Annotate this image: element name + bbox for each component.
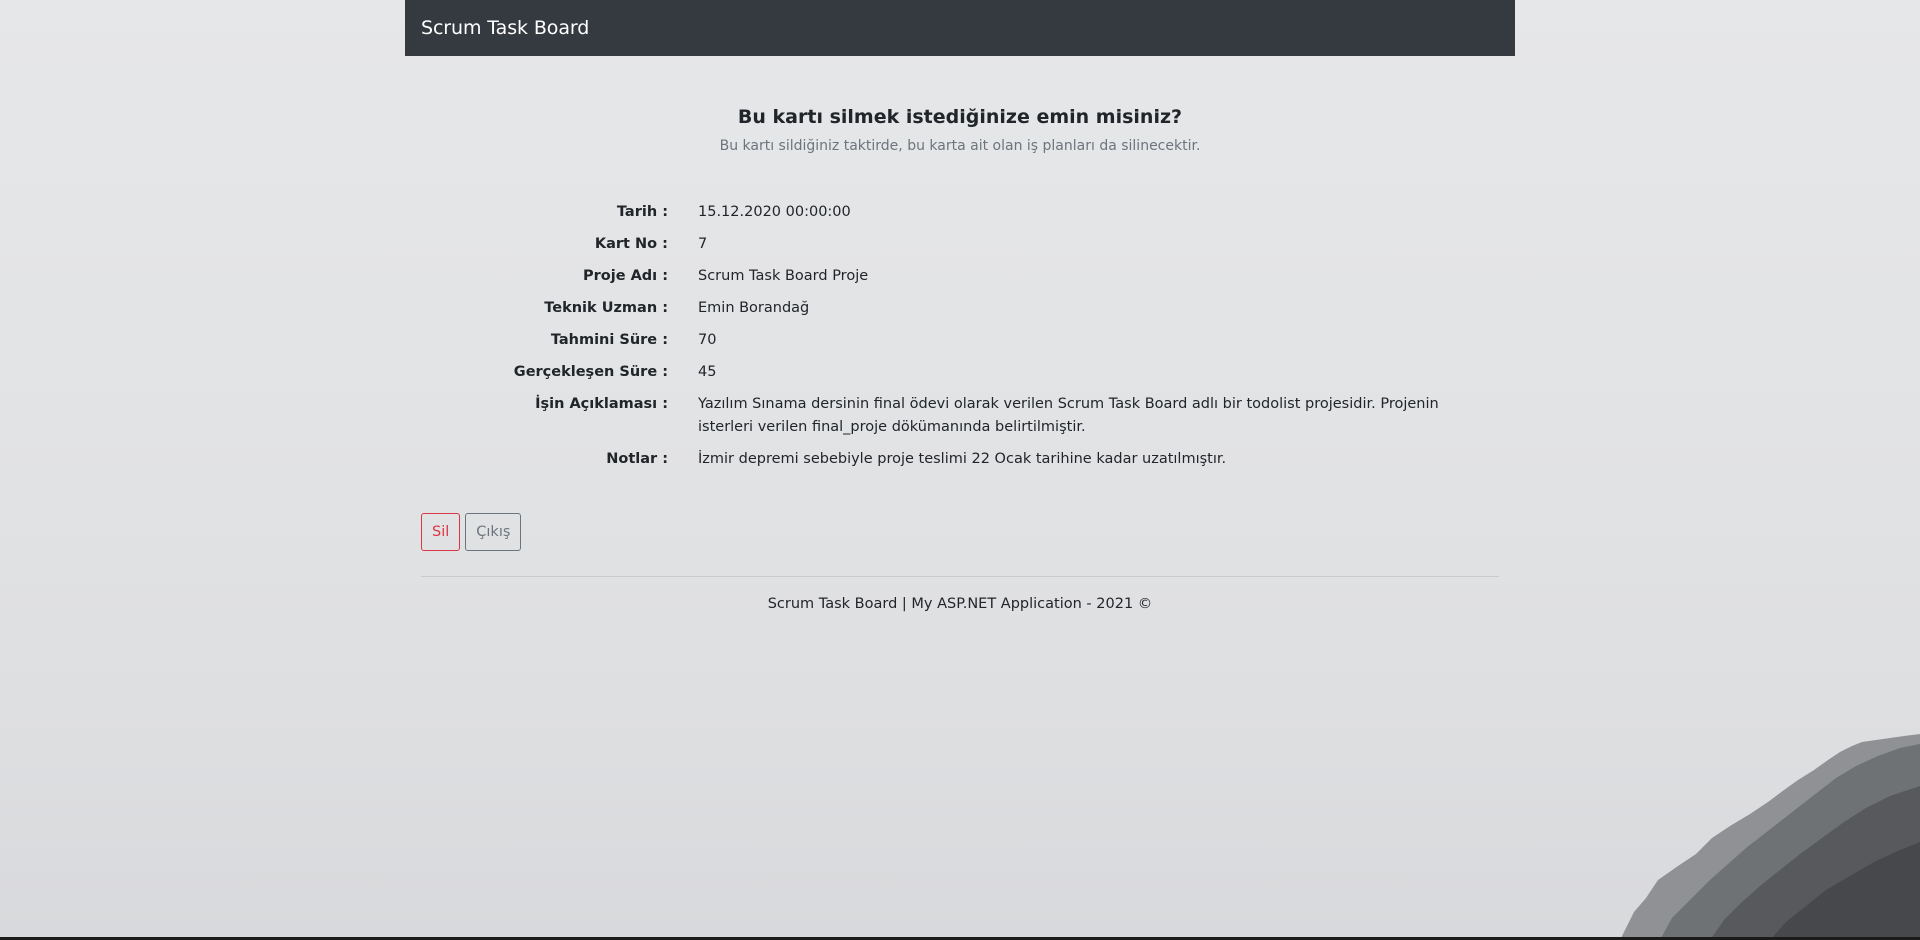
detail-label: İşin Açıklaması : <box>535 396 668 412</box>
detail-label: Tarih : <box>616 204 668 220</box>
detail-value: Yazılım Sınama dersinin final ödevi olar… <box>698 396 1439 435</box>
footer-divider <box>421 576 1499 577</box>
detail-label: Proje Adı : <box>582 268 668 284</box>
detail-row-date: Tarih : 15.12.2020 00:00:00 <box>421 201 1499 224</box>
confirm-subtitle: Bu kartı sildiğiniz taktirde, bu karta a… <box>719 138 1201 154</box>
detail-value: 45 <box>698 364 717 380</box>
background-cliff-image <box>1620 734 1920 940</box>
confirm-title: Bu kartı silmek istediğinize emin misini… <box>737 106 1183 128</box>
detail-row-description: İşin Açıklaması : Yazılım Sınama dersini… <box>421 393 1499 439</box>
main-content: Bu kartı silmek istediğinize emin misini… <box>405 106 1515 612</box>
detail-label: Gerçekleşen Süre : <box>513 364 668 380</box>
page-container: Scrum Task Board Bu kartı silmek istediğ… <box>405 0 1515 612</box>
detail-label: Teknik Uzman : <box>544 300 668 316</box>
top-navbar: Scrum Task Board <box>405 0 1515 56</box>
detail-value: Scrum Task Board Proje <box>698 268 869 284</box>
detail-row-card-no: Kart No : 7 <box>421 233 1499 256</box>
detail-value: 7 <box>698 236 708 252</box>
detail-row-estimated-time: Tahmini Süre : 70 <box>421 329 1499 352</box>
detail-row-actual-time: Gerçekleşen Süre : 45 <box>421 361 1499 384</box>
detail-row-project-name: Proje Adı : Scrum Task Board Proje <box>421 265 1499 288</box>
detail-label: Tahmini Süre : <box>550 332 668 348</box>
detail-row-notes: Notlar : İzmir depremi sebebiyle proje t… <box>421 448 1499 471</box>
detail-value: Emin Borandağ <box>698 300 810 316</box>
detail-label: Notlar : <box>606 451 668 467</box>
form-actions: Sil Çıkış <box>421 513 1499 551</box>
card-details-list: Tarih : 15.12.2020 00:00:00 Kart No : 7 … <box>421 201 1499 471</box>
delete-button[interactable]: Sil <box>421 513 461 551</box>
detail-value: 70 <box>698 332 717 348</box>
navbar-brand-link[interactable]: Scrum Task Board <box>421 17 589 39</box>
detail-value: 15.12.2020 00:00:00 <box>698 204 851 220</box>
page-footer: Scrum Task Board | My ASP.NET Applicatio… <box>767 596 1153 612</box>
detail-value: İzmir depremi sebebiyle proje teslimi 22… <box>698 451 1227 467</box>
detail-row-technical-expert: Teknik Uzman : Emin Borandağ <box>421 297 1499 320</box>
confirm-heading: Bu kartı silmek istediğinize emin misini… <box>421 106 1499 154</box>
detail-label: Kart No : <box>594 236 668 252</box>
exit-button[interactable]: Çıkış <box>465 513 522 551</box>
